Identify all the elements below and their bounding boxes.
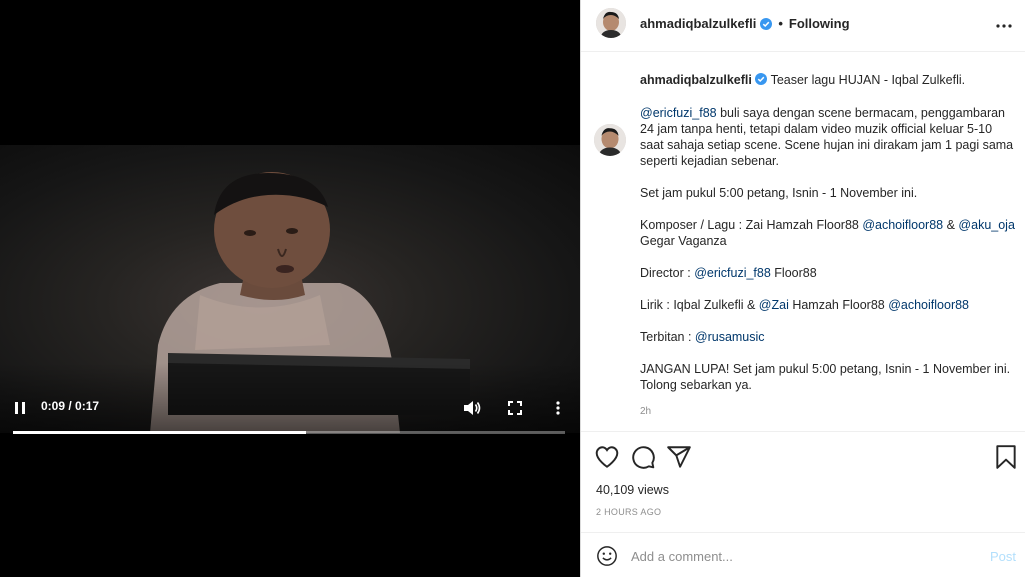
caption-paragraph: Set jam pukul 5:00 petang, Isnin - 1 Nov…: [640, 186, 918, 200]
comment-bubble-icon[interactable]: [630, 444, 656, 470]
more-options-icon[interactable]: [994, 16, 1014, 36]
caption-avatar[interactable]: [594, 124, 626, 156]
post-caption: ahmadiqbalzulkefli Teaser lagu HUJAN - I…: [581, 52, 1025, 432]
caption-time-ago: 2h: [640, 406, 652, 417]
view-count[interactable]: 40,109 views: [596, 483, 669, 497]
following-button[interactable]: Following: [789, 16, 850, 31]
video-progress-bar[interactable]: [13, 431, 565, 434]
heart-icon[interactable]: [594, 444, 620, 470]
caption-paragraph: Lirik : Iqbal Zulkefli &: [640, 298, 759, 312]
video-player[interactable]: 0:09 / 0:17: [0, 0, 580, 577]
mention-link[interactable]: @achoifloor88: [888, 298, 969, 312]
avatar[interactable]: [596, 8, 626, 38]
post-side-panel: ahmadiqbalzulkefli • Following ahmadiqba…: [580, 0, 1025, 577]
mention-link[interactable]: @ericfuzi_f88: [694, 266, 771, 280]
smiley-icon[interactable]: [596, 545, 618, 567]
fullscreen-icon: [508, 401, 522, 415]
verified-badge-icon: [755, 73, 768, 85]
caption-title: Teaser lagu HUJAN - Iqbal Zulkefli.: [770, 73, 966, 87]
video-progress-fill: [13, 431, 306, 434]
separator-dot: •: [778, 16, 783, 31]
mention-link[interactable]: @rusamusic: [695, 330, 765, 344]
caption-paragraph: Komposer / Lagu : Zai Hamzah Floor88: [640, 218, 863, 232]
comment-input[interactable]: [631, 545, 961, 567]
video-controls: 0:09 / 0:17: [0, 396, 580, 420]
avatar-image: [596, 8, 626, 38]
header-user-row: ahmadiqbalzulkefli • Following: [640, 16, 850, 31]
mention-link[interactable]: @Zai: [759, 298, 789, 312]
bookmark-icon[interactable]: [993, 444, 1019, 470]
caption-paragraph: Director :: [640, 266, 695, 280]
pause-button[interactable]: [10, 398, 30, 418]
fullscreen-button[interactable]: [505, 398, 525, 418]
volume-icon: [464, 401, 481, 415]
post-comment-button[interactable]: Post: [990, 549, 1016, 564]
volume-button[interactable]: [462, 398, 482, 418]
mention-link[interactable]: @aku_oja: [958, 218, 1014, 232]
vertical-dots-icon: [556, 401, 560, 415]
caption-paragraph: Terbitan :: [640, 330, 695, 344]
post-header: ahmadiqbalzulkefli • Following: [581, 0, 1025, 52]
post-date[interactable]: 2 HOURS AGO: [596, 507, 661, 517]
caption-paragraph: JANGAN LUPA! Set jam pukul 5:00 petang, …: [640, 362, 1011, 392]
post-actions: [581, 434, 1025, 478]
video-time: 0:09 / 0:17: [41, 399, 100, 413]
paper-plane-icon[interactable]: [666, 444, 692, 470]
header-username[interactable]: ahmadiqbalzulkefli: [640, 16, 756, 31]
video-more-button[interactable]: [548, 398, 568, 418]
caption-text: ahmadiqbalzulkefli Teaser lagu HUJAN - I…: [640, 72, 1016, 409]
caption-paragraph: Gegar Vaganza: [640, 234, 727, 248]
verified-badge-icon: [760, 17, 773, 30]
pause-icon: [15, 402, 25, 414]
mention-link[interactable]: @ericfuzi_f88: [640, 106, 717, 120]
caption-username[interactable]: ahmadiqbalzulkefli: [640, 73, 752, 87]
video-frame[interactable]: [0, 145, 580, 433]
caption-paragraph: &: [943, 218, 959, 232]
comment-bar: Post: [581, 532, 1025, 577]
caption-paragraph: Hamzah Floor88: [788, 298, 889, 312]
mention-link[interactable]: @achoifloor88: [862, 218, 943, 232]
avatar-image: [594, 124, 626, 156]
caption-paragraph: Floor88: [770, 266, 817, 280]
